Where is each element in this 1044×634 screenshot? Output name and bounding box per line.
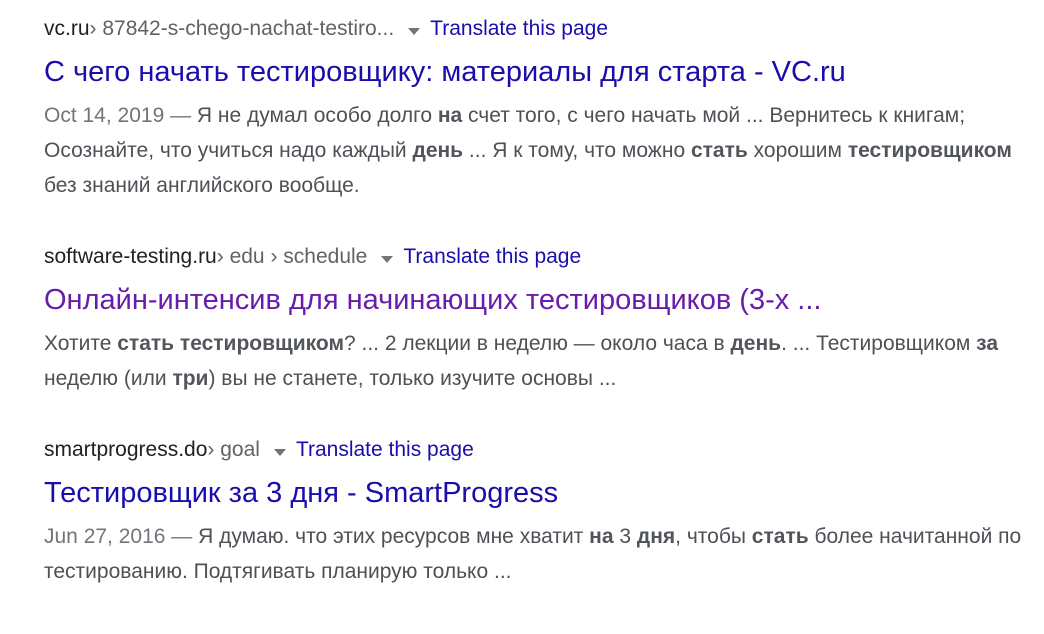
search-result: software-testing.ru › edu › schedule Tra… — [44, 242, 1034, 396]
search-result: vc.ru › 87842-s-chego-nachat-testiro... … — [44, 14, 1034, 203]
snippet-highlight: стать тестировщиком — [117, 332, 344, 355]
result-url-path[interactable]: › edu › schedule — [217, 242, 368, 272]
result-title-link[interactable]: С чего начать тестировщику: материалы дл… — [44, 54, 1034, 90]
translate-this-page-link[interactable]: Translate this page — [430, 14, 608, 44]
snippet-segment: . ... Тестировщиком — [781, 332, 977, 355]
result-domain[interactable]: smartprogress.do — [44, 435, 207, 465]
translate-this-page-link[interactable]: Translate this page — [403, 242, 581, 272]
snippet-segment: ? ... 2 лекции в неделю — около часа в — [343, 332, 731, 355]
result-url-breadcrumb[interactable]: smartprogress.do › goal Translate this p… — [44, 435, 1034, 465]
result-snippet: Jun 27, 2016 — Я думаю. что этих ресурсо… — [44, 519, 1034, 589]
caret-down-icon[interactable] — [273, 448, 286, 456]
snippet-segment: без знаний английского вообще. — [44, 174, 360, 197]
snippet-highlight: три — [172, 367, 209, 390]
translate-this-page-link[interactable]: Translate this page — [296, 435, 474, 465]
snippet-segment: хорошим — [747, 139, 848, 162]
snippet-highlight: за — [976, 332, 999, 355]
result-date: Jun 27, 2016 — — [44, 525, 199, 548]
result-url-breadcrumb[interactable]: software-testing.ru › edu › schedule Tra… — [44, 242, 1034, 272]
snippet-segment: Я не думал особо долго — [196, 104, 438, 127]
snippet-highlight: стать — [751, 525, 809, 548]
result-url-path[interactable]: › goal — [207, 435, 260, 465]
snippet-highlight: дня — [636, 525, 676, 548]
snippet-segment: 3 — [613, 525, 637, 548]
result-url-path[interactable]: › 87842-s-chego-nachat-testiro... — [90, 14, 395, 44]
snippet-highlight: на — [589, 525, 614, 548]
result-title-link[interactable]: Онлайн-интенсив для начинающих тестировщ… — [44, 282, 1034, 318]
result-title-link[interactable]: Тестировщик за 3 дня - SmartProgress — [44, 475, 1034, 511]
caret-down-icon[interactable] — [381, 255, 394, 263]
caret-down-icon[interactable] — [408, 27, 421, 35]
result-date: Oct 14, 2019 — — [44, 104, 197, 127]
snippet-segment: неделю (или — [44, 367, 173, 390]
snippet-segment: , чтобы — [675, 525, 752, 548]
snippet-highlight: день — [730, 332, 782, 355]
search-result: smartprogress.do › goal Translate this p… — [44, 435, 1034, 589]
snippet-segment: Я думаю. что этих ресурсов мне хватит — [198, 525, 590, 548]
result-snippet: Oct 14, 2019 — Я не думал особо долго на… — [44, 98, 1034, 203]
result-url-breadcrumb[interactable]: vc.ru › 87842-s-chego-nachat-testiro... … — [44, 14, 1034, 44]
result-domain[interactable]: vc.ru — [44, 14, 90, 44]
snippet-highlight: на — [437, 104, 463, 127]
result-domain[interactable]: software-testing.ru — [44, 242, 217, 272]
snippet-highlight: день — [412, 139, 464, 162]
search-results: vc.ru › 87842-s-chego-nachat-testiro... … — [44, 14, 1034, 589]
snippet-segment: Хотите — [44, 332, 118, 355]
snippet-segment: ) вы не станете, только изучите основы .… — [208, 367, 617, 390]
snippet-highlight: тестировщиком — [847, 139, 1012, 162]
snippet-highlight: стать — [690, 139, 748, 162]
snippet-segment: ... Я к тому, что можно — [463, 139, 691, 162]
result-snippet: Хотите стать тестировщиком? ... 2 лекции… — [44, 326, 1034, 396]
